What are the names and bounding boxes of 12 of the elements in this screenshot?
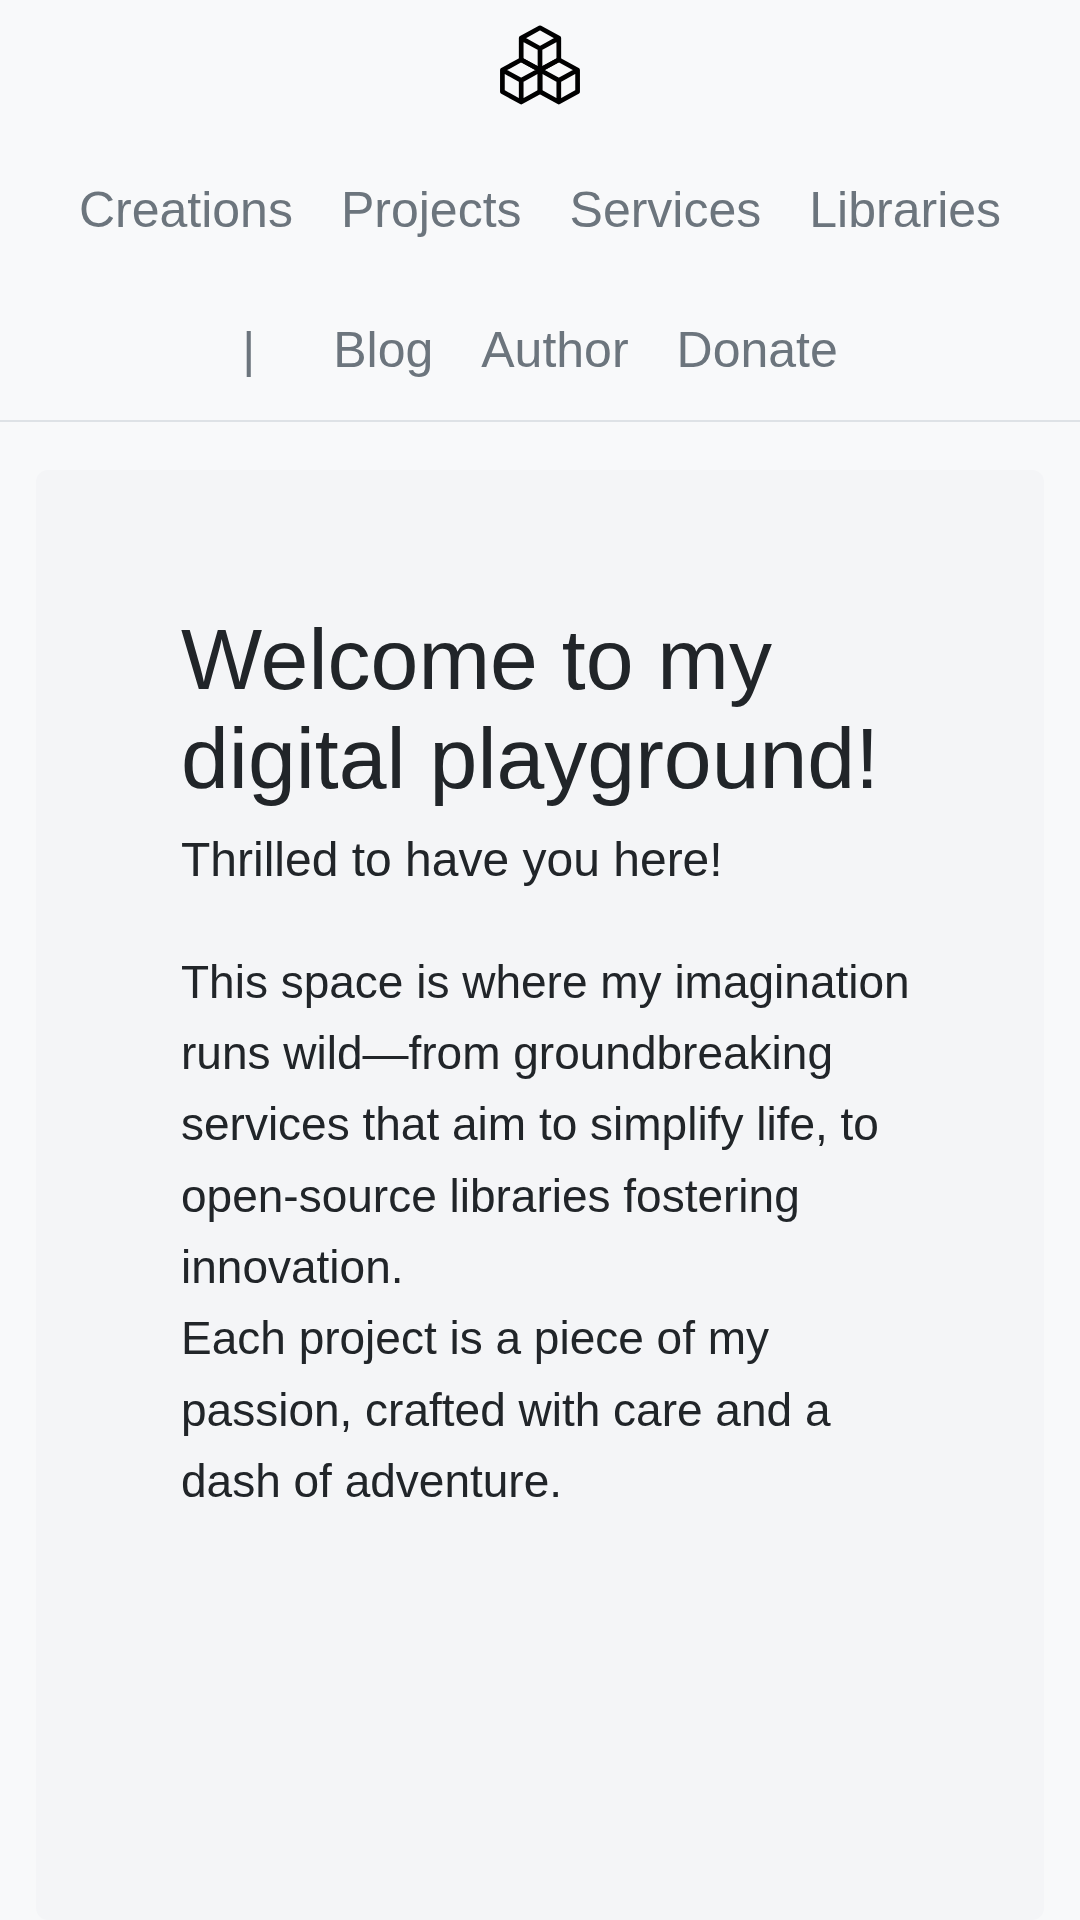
nav-link[interactable]: Author	[481, 320, 629, 380]
nav-link[interactable]: Libraries	[809, 180, 1002, 240]
nav-link[interactable]: Creations	[78, 180, 293, 240]
nav-link[interactable]: Donate	[676, 320, 838, 380]
nav-link[interactable]: Services	[569, 180, 762, 240]
hero-subtitle: Thrilled to have you here!	[181, 831, 724, 887]
hero-paragraph: This space is where my imagination runs wild—from groundbreaking services that aim to simplify life, to open-source libraries fostering innovation.	[181, 954, 911, 1295]
nav-link[interactable]: Blog	[333, 320, 434, 380]
hero-paragraph: Each project is a piece of my passion, crafted with care and a dash of adventure.	[181, 1311, 832, 1509]
nav-separator: |	[242, 321, 256, 380]
nav-link[interactable]: Projects	[340, 180, 522, 240]
hero-title: Welcome to my digital playground!	[181, 610, 881, 808]
